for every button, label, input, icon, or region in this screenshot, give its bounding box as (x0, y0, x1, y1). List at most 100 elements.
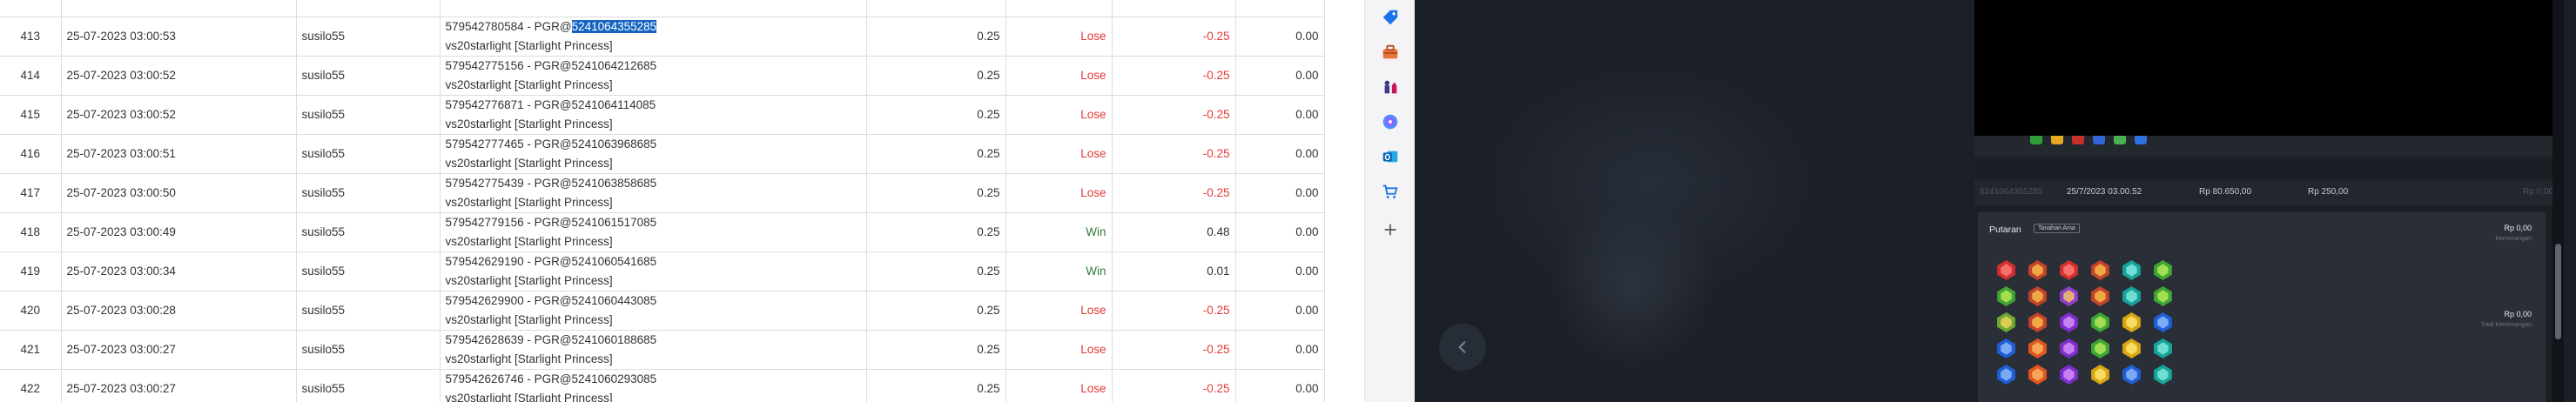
orange-gem-icon (2027, 338, 2048, 359)
yellow-gem-icon (2121, 338, 2142, 359)
balance-before: Rp 80.650,00 (2199, 187, 2252, 197)
cell-winloss: -0.25 (1112, 95, 1236, 135)
description-line-1[interactable]: 579542780584 - PGR@5241064355285 (446, 17, 861, 37)
cell-bet: 0.25 (866, 56, 1006, 96)
cell-bet: 0.25 (866, 134, 1006, 174)
cell-description: 579542626746 - PGR@5241060293085 vs20star… (440, 369, 867, 402)
balance-after: Rp 250,00 (2308, 187, 2349, 197)
description-line-1[interactable]: 579542779156 - PGR@5241061517085 (446, 213, 861, 232)
description-line-1[interactable]: 579542777465 - PGR@5241063968685 (446, 135, 861, 154)
cell-winloss: -0.25 (1112, 56, 1236, 96)
gem-icon (2093, 136, 2105, 144)
cell-result: Lose (1006, 173, 1113, 213)
description-line-1[interactable]: 579542775156 - PGR@5241064212685 (446, 57, 861, 76)
cell-no: 420 (0, 291, 62, 331)
cell-balance: 0.00 (1235, 17, 1325, 57)
tag-icon[interactable] (1380, 7, 1401, 28)
table-row[interactable]: 416 25-07-2023 03:00:51 susilo55 5795427774… (0, 134, 1325, 174)
plus-icon[interactable] (1380, 219, 1401, 240)
cell-result: Lose (1006, 291, 1113, 331)
table-row[interactable]: 415 25-07-2023 03:00:52 susilo55 5795427768… (0, 95, 1325, 135)
cell-no: 417 (0, 173, 62, 213)
selected-text[interactable]: 5241064355285 (571, 19, 657, 33)
crown-icon (2027, 285, 2048, 307)
crown-icon (2027, 259, 2048, 281)
description-line-1[interactable]: 579542629190 - PGR@5241060541685 (446, 252, 861, 271)
cell-result: Lose (1006, 17, 1113, 57)
cell-bet: 0.25 (866, 17, 1006, 57)
table-row[interactable]: 422 25-07-2023 03:00:27 susilo55 5795426267… (0, 369, 1325, 402)
teal-gem-icon (2152, 338, 2174, 359)
cell-no: 422 (0, 369, 62, 402)
green-gem-icon (2152, 285, 2174, 307)
blue-gem-icon (1995, 338, 2017, 359)
outlook-icon[interactable] (1380, 146, 1401, 167)
cell-balance (1235, 0, 1325, 17)
description-line-1[interactable]: 579542629900 - PGR@5241060443085 (446, 291, 861, 311)
shopping-cart-icon[interactable] (1380, 181, 1401, 202)
table-row[interactable]: 413 25-07-2023 03:00:53 susilo55 5795427805… (0, 17, 1325, 57)
cell-bet: 0.25 (866, 369, 1006, 402)
cell-user: susilo55 (296, 369, 441, 402)
game-name: vs20starlight [Starlight Princess] (445, 156, 613, 170)
description-line-1[interactable]: 579542626746 - PGR@5241060293085 (446, 370, 861, 389)
cell-datetime: 25-07-2023 03:00:34 (61, 251, 297, 291)
cell-user: susilo55 (296, 134, 441, 174)
table-row[interactable]: 419 25-07-2023 03:00:34 susilo55 5795426291… (0, 251, 1325, 291)
toolbox-icon[interactable] (1380, 42, 1401, 63)
cell-winloss (1112, 0, 1236, 17)
table-row[interactable]: 420 25-07-2023 03:00:28 susilo55 5795426299… (0, 291, 1325, 331)
table-row[interactable]: 417 25-07-2023 03:00:50 susilo55 5795427754… (0, 173, 1325, 213)
cell-no (0, 0, 62, 17)
scrollbar-thumb[interactable] (2555, 244, 2561, 339)
table-row[interactable]: 421 25-07-2023 03:00:27 susilo55 5795426286… (0, 330, 1325, 370)
cell-winloss: -0.25 (1112, 17, 1236, 57)
cell-result: Lose (1006, 330, 1113, 370)
description-line-1[interactable]: 579542628639 - PGR@5241060188685 (446, 331, 861, 350)
round-detail-row[interactable]: 5241064355285 25/7/2023 03.00.52 Rp 80.6… (1974, 179, 2564, 205)
purple-gem-icon (2058, 364, 2080, 385)
cell-no: 421 (0, 330, 62, 370)
round-datetime: 25/7/2023 03.00.52 (2067, 187, 2142, 197)
scrollbar[interactable] (2552, 0, 2564, 402)
blue-gem-icon (1995, 364, 2017, 385)
table-row[interactable]: 414 25-07-2023 03:00:52 susilo55 5795427751… (0, 56, 1325, 96)
round-win: Rp 0,00 (2523, 187, 2554, 197)
game-name: vs20starlight [Starlight Princess] (445, 117, 613, 131)
transaction-id: 579542776871 - PGR@5241064114085 (445, 97, 656, 111)
cell-datetime: 25-07-2023 03:00:50 (61, 173, 297, 213)
cell-winloss: -0.25 (1112, 291, 1236, 331)
transaction-id: 579542779156 - PGR@5241061517085 (445, 215, 657, 229)
red-gem-icon (2058, 259, 2080, 281)
table-row-partial (0, 0, 1325, 17)
transaction-id: 579542629190 - PGR@5241060541685 (445, 254, 657, 268)
cell-description: 579542775156 - PGR@5241064212685 vs20star… (440, 56, 867, 96)
round-id: 5241064355285 (1980, 187, 2043, 197)
cell-datetime (61, 0, 297, 17)
browser-sidebar (1364, 0, 1415, 402)
gem-icon (2030, 136, 2042, 144)
table-row[interactable]: 418 25-07-2023 03:00:49 susilo55 5795427791… (0, 212, 1325, 252)
description-line-1[interactable]: 579542775439 - PGR@5241063858685 (446, 174, 861, 193)
cell-result (1006, 0, 1113, 17)
game-name: vs20starlight [Starlight Princess] (445, 195, 613, 209)
cell-result: Win (1006, 251, 1113, 291)
cell-bet: 0.25 (866, 173, 1006, 213)
description-line-1[interactable]: 579542776871 - PGR@5241064114085 (446, 96, 861, 115)
cell-winloss: -0.25 (1112, 134, 1236, 174)
copilot-icon[interactable] (1380, 111, 1401, 132)
cell-datetime: 25-07-2023 03:00:52 (61, 56, 297, 96)
cell-result: Lose (1006, 56, 1113, 96)
transaction-id: 579542777465 - PGR@5241063968685 (445, 137, 657, 151)
cell-result: Lose (1006, 134, 1113, 174)
cell-datetime: 25-07-2023 03:00:27 (61, 330, 297, 370)
cell-balance: 0.00 (1235, 330, 1325, 370)
game-history-panel: 5241064355285 25/7/2023 03.00.52 Rp 80.6… (1974, 0, 2564, 402)
spin-tag-button[interactable]: Tanahan Ama (2034, 224, 2080, 233)
cell-balance: 0.00 (1235, 56, 1325, 96)
game-name: vs20starlight [Starlight Princess] (445, 352, 613, 365)
back-button[interactable] (1439, 324, 1486, 371)
cell-user: susilo55 (296, 330, 441, 370)
chess-icon[interactable] (1380, 77, 1401, 97)
background-shape (1545, 200, 1719, 374)
